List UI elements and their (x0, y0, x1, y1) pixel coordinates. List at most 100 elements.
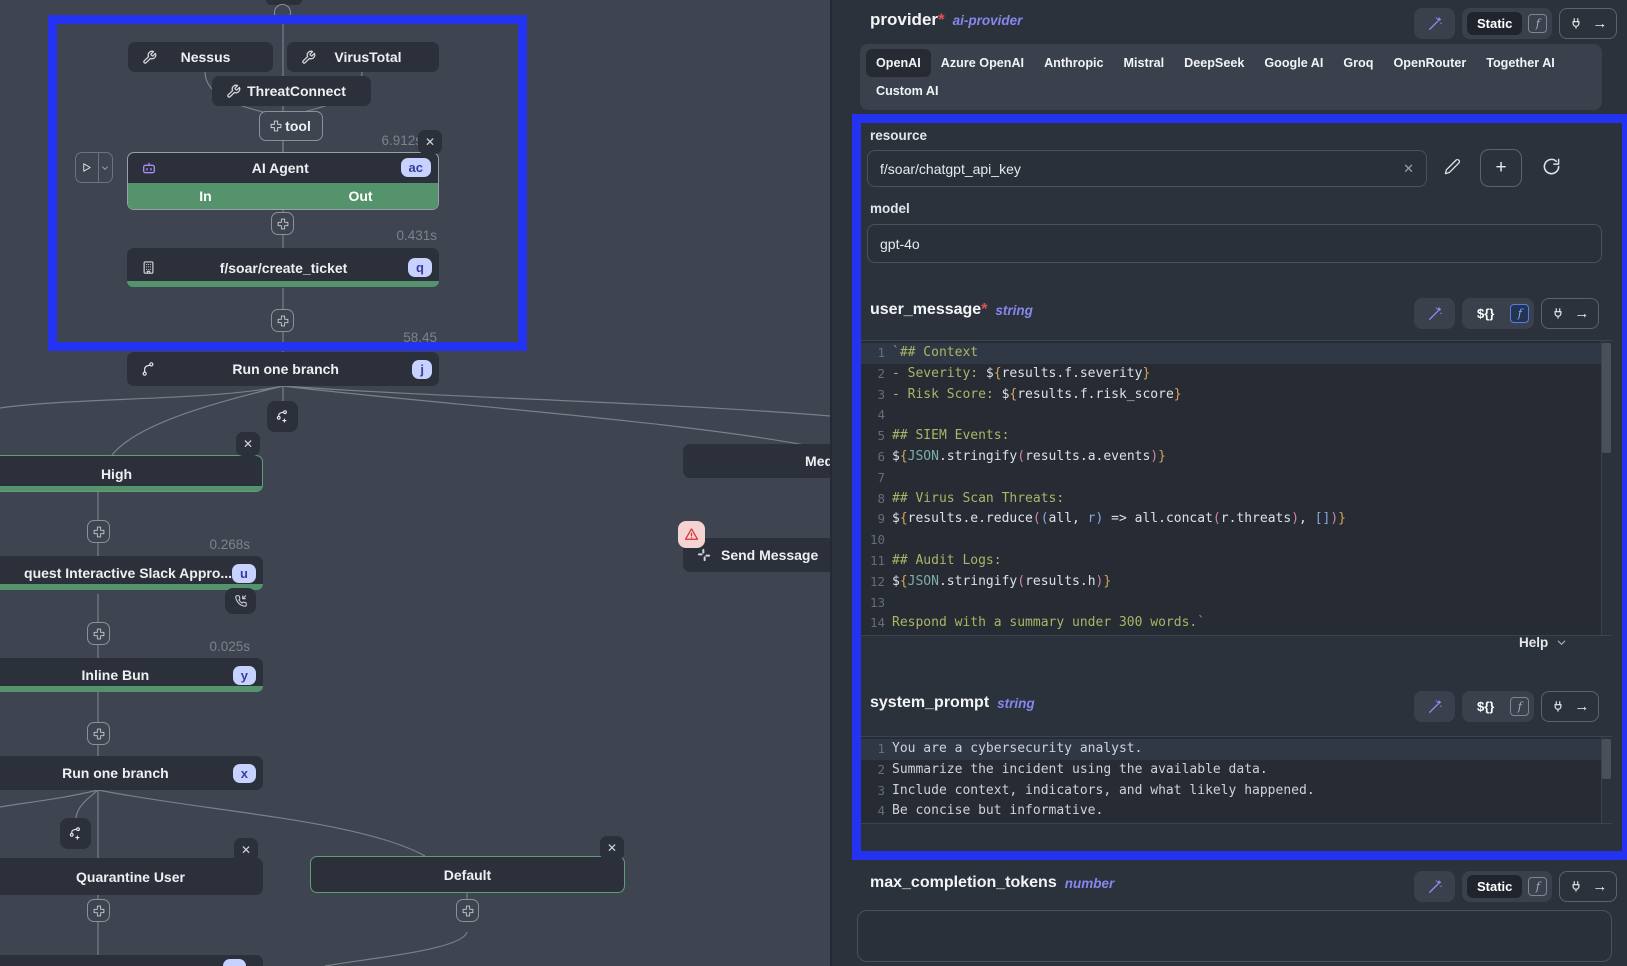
provider-tab-together-ai[interactable]: Together AI (1476, 49, 1565, 77)
code-line[interactable]: 8## Virus Scan Threats: (861, 489, 1611, 510)
help-dropdown[interactable]: Help (1519, 635, 1567, 650)
agent-in-out-bar[interactable]: In Out (128, 183, 438, 209)
agent-in-label[interactable]: In (128, 188, 283, 204)
help-label[interactable]: Help (1519, 635, 1548, 650)
mode-expr-label[interactable]: ${} (1467, 302, 1504, 325)
mode-static-label[interactable]: Static (1467, 12, 1522, 35)
node-quarantine-user[interactable]: Quarantine User (0, 858, 263, 895)
ai-fill-button[interactable] (1414, 691, 1455, 722)
provider-tab-google-ai[interactable]: Google AI (1254, 49, 1333, 77)
suspend-phone-icon[interactable] (225, 588, 256, 614)
code-line[interactable]: 3Include context, indicators, and what l… (861, 781, 1611, 802)
node-virustotal[interactable]: VirusTotal (287, 42, 439, 72)
editor-scrollbar[interactable] (1601, 341, 1612, 635)
node-output-handle[interactable] (274, 4, 291, 21)
code-line[interactable]: 5## SIEM Events: (861, 426, 1611, 447)
add-step-button[interactable] (87, 520, 110, 543)
provider-tab-azure-openai[interactable]: Azure OpenAI (931, 49, 1034, 77)
ai-fill-button[interactable] (1414, 298, 1455, 329)
provider-tab-groq[interactable]: Groq (1333, 49, 1383, 77)
code-line[interactable]: 13 (861, 593, 1611, 614)
node-threatconnect[interactable]: ThreatConnect (212, 76, 371, 106)
connect-input-group[interactable]: → (1541, 691, 1599, 722)
remove-step-button[interactable]: ✕ (418, 130, 442, 154)
remove-branch-button[interactable]: ✕ (236, 432, 260, 456)
arrow-right-icon[interactable]: → (1574, 305, 1589, 322)
provider-tab-anthropic[interactable]: Anthropic (1034, 49, 1113, 77)
connect-input-group[interactable]: → (1559, 871, 1617, 902)
code-line[interactable]: 11## Audit Logs: (861, 551, 1611, 572)
flow-canvas[interactable]: Nessus VirusTotal ThreatConnect tool 6.9… (0, 0, 830, 966)
add-branch-button[interactable] (267, 401, 298, 432)
node-run-one-branch-1[interactable]: Run one branch j (127, 352, 439, 386)
node-branch-default[interactable]: Default (310, 856, 625, 893)
function-mode-icon[interactable]: f (1528, 14, 1547, 33)
code-line[interactable]: 6${JSON.stringify(results.a.events)} (861, 447, 1611, 468)
add-step-button[interactable] (271, 212, 294, 235)
code-line[interactable]: 1You are a cybersecurity analyst. (861, 739, 1611, 760)
code-line[interactable]: 14Respond with a summary under 300 words… (861, 613, 1611, 634)
code-line[interactable]: 7 (861, 468, 1611, 489)
add-step-button[interactable] (456, 899, 479, 922)
code-line[interactable]: 12${JSON.stringify(results.h)} (861, 572, 1611, 593)
code-line[interactable]: 9${results.e.reduce((all, r) => all.conc… (861, 509, 1611, 530)
arrow-right-icon[interactable]: → (1574, 698, 1589, 715)
arrow-right-icon[interactable]: → (1592, 878, 1607, 895)
node-inline-bun[interactable]: Inline Bun y (0, 658, 263, 692)
code-line[interactable]: 4Be concise but informative. (861, 801, 1611, 822)
function-mode-icon[interactable]: f (1528, 877, 1547, 896)
play-icon[interactable] (76, 153, 99, 182)
editor-scrollbar-thumb[interactable] (1602, 739, 1611, 779)
model-input[interactable]: gpt-4o (867, 224, 1602, 263)
arrow-right-icon[interactable]: → (1592, 15, 1607, 32)
input-mode-toggle[interactable]: Static f (1462, 871, 1552, 902)
editor-scrollbar[interactable] (1601, 737, 1612, 823)
ai-fill-button[interactable] (1414, 871, 1455, 902)
remove-branch-button[interactable]: ✕ (234, 838, 258, 862)
node-run-one-branch-2[interactable]: Run one branch x (0, 756, 263, 790)
node-create-ticket[interactable]: f/soar/create_ticket q (127, 248, 439, 287)
node-tool[interactable]: tool (259, 111, 323, 141)
code-line[interactable]: 3- Risk Score: ${results.f.risk_score} (861, 385, 1611, 406)
code-line[interactable]: 4 (861, 405, 1611, 426)
code-line[interactable]: 2- Severity: ${results.f.severity} (861, 364, 1611, 385)
connect-input-group[interactable]: → (1559, 8, 1617, 39)
max-completion-tokens-input[interactable] (857, 910, 1612, 962)
node-bottom-partial[interactable] (0, 955, 263, 966)
add-step-button[interactable] (87, 899, 110, 922)
provider-tab-custom-ai[interactable]: Custom AI (866, 77, 949, 105)
edit-resource-icon[interactable] (1444, 158, 1461, 175)
resource-input[interactable]: f/soar/chatgpt_api_key ✕ (867, 150, 1427, 187)
function-mode-icon[interactable]: f (1510, 304, 1529, 323)
input-mode-toggle[interactable]: Static f (1462, 8, 1552, 39)
add-branch-button[interactable] (60, 818, 91, 849)
code-line[interactable]: 1`## Context (861, 343, 1611, 364)
remove-branch-button[interactable]: ✕ (600, 836, 624, 860)
mode-static-label[interactable]: Static (1467, 875, 1522, 898)
code-line[interactable]: 10 (861, 530, 1611, 551)
provider-tab-mistral[interactable]: Mistral (1114, 49, 1175, 77)
input-mode-toggle[interactable]: ${} f (1462, 298, 1534, 329)
provider-tab-openai[interactable]: OpenAI (866, 49, 931, 77)
clear-icon[interactable]: ✕ (1403, 161, 1414, 177)
add-resource-button[interactable]: + (1480, 149, 1522, 187)
provider-tab-deepseek[interactable]: DeepSeek (1174, 49, 1254, 77)
ai-fill-button[interactable] (1414, 8, 1455, 39)
add-step-button[interactable] (87, 722, 110, 745)
provider-tab-openrouter[interactable]: OpenRouter (1383, 49, 1476, 77)
node-ai-agent[interactable]: AI Agent ac In Out (127, 152, 439, 210)
system-prompt-editor[interactable]: 1You are a cybersecurity analyst.2Summar… (860, 736, 1612, 824)
connect-input-group[interactable]: → (1541, 298, 1599, 329)
editor-scrollbar-thumb[interactable] (1602, 343, 1611, 453)
chevron-down-icon[interactable] (99, 153, 112, 182)
agent-out-label[interactable]: Out (283, 188, 438, 204)
node-branch-high[interactable]: High (0, 455, 263, 492)
mode-expr-label[interactable]: ${} (1467, 695, 1504, 718)
code-line[interactable]: 2Summarize the incident using the availa… (861, 760, 1611, 781)
user-message-editor[interactable]: 1`## Context2- Severity: ${results.f.sev… (860, 340, 1612, 636)
add-step-button[interactable] (87, 622, 110, 645)
function-mode-icon[interactable]: f (1510, 697, 1529, 716)
node-slack-approval[interactable]: quest Interactive Slack Appro... u (0, 556, 263, 590)
run-step-button-group[interactable] (75, 152, 113, 183)
input-mode-toggle[interactable]: ${} f (1462, 691, 1534, 722)
